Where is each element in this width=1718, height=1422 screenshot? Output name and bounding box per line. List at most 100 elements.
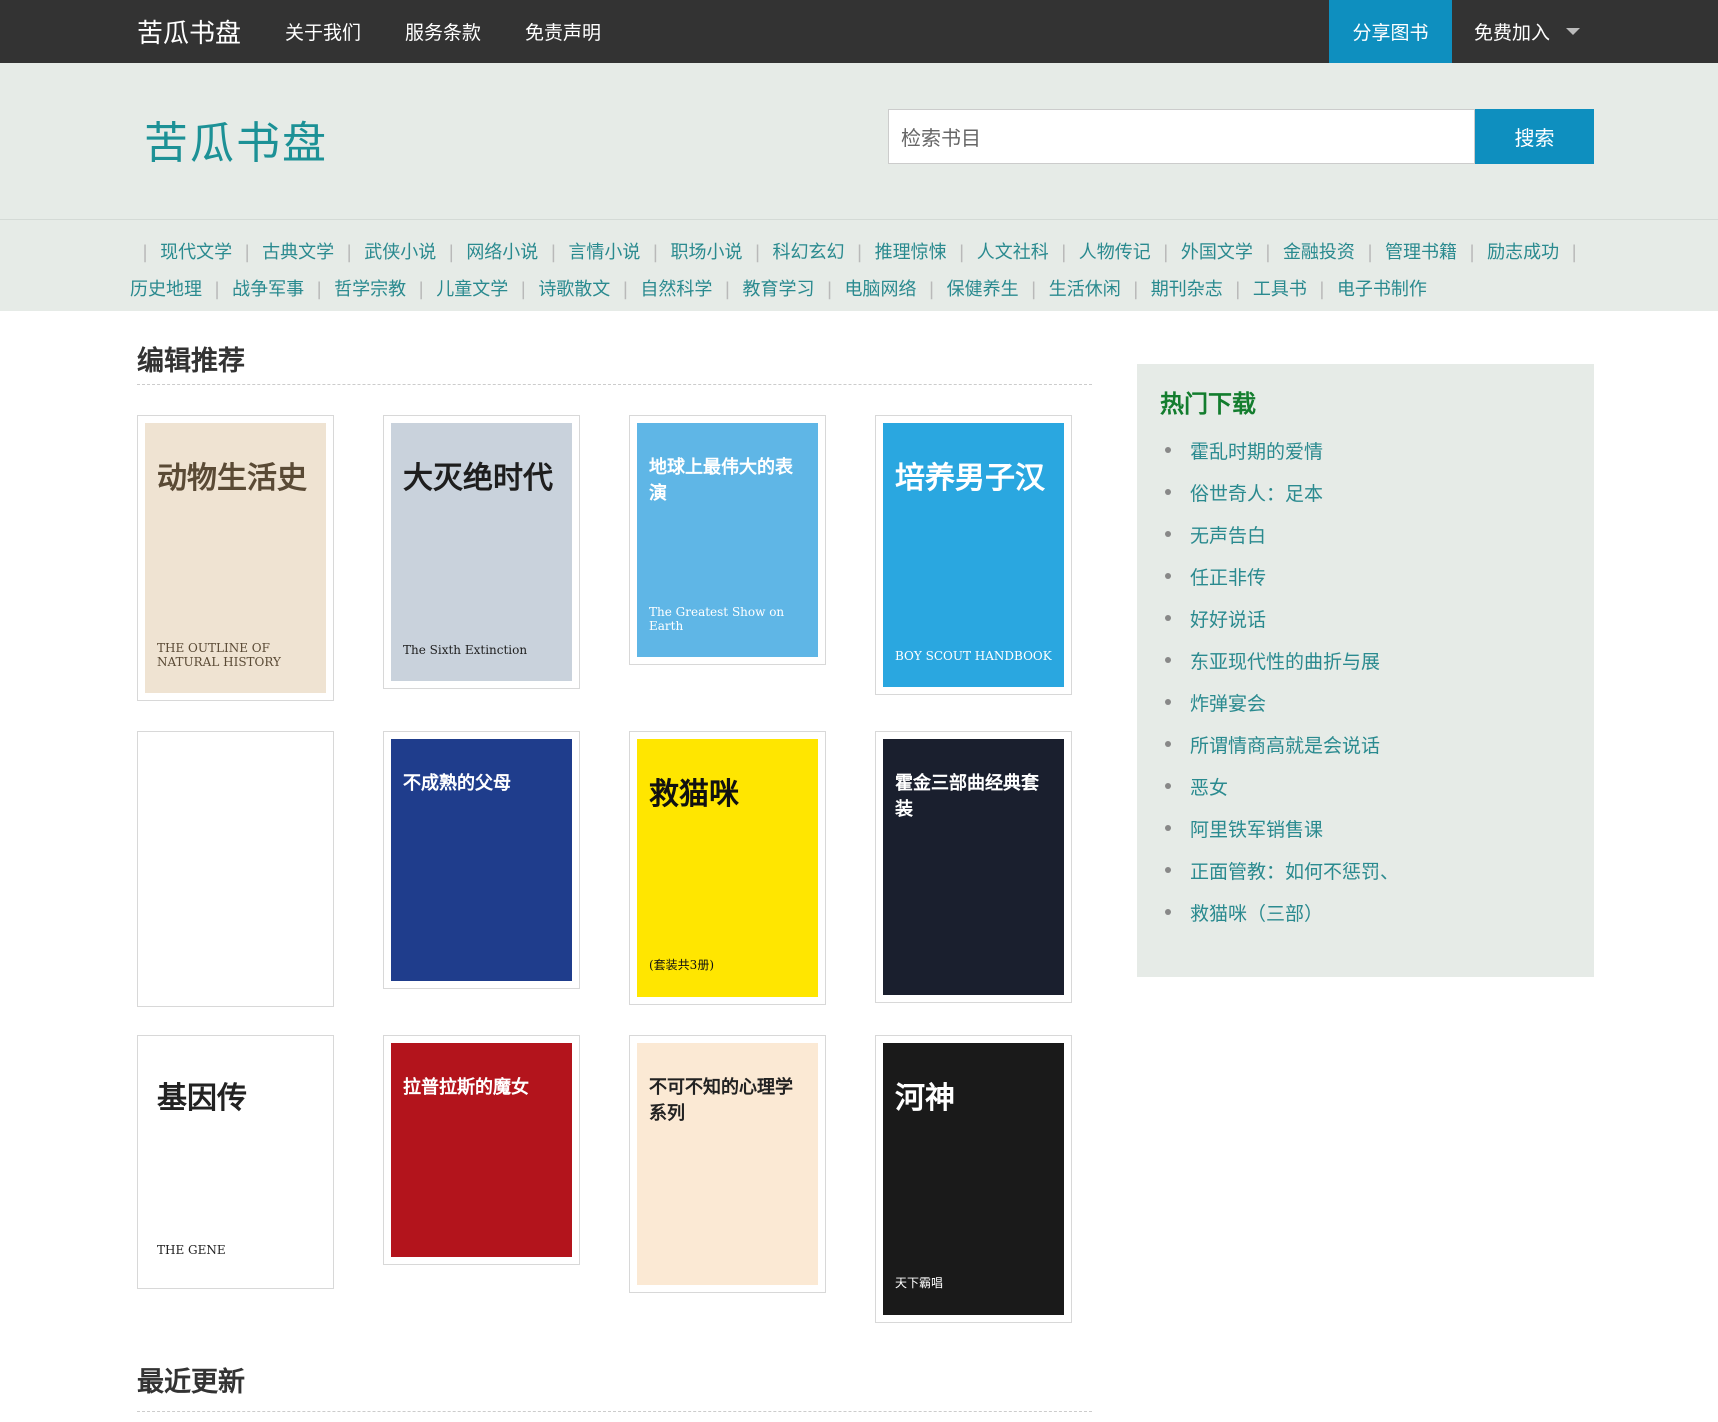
- site-logo[interactable]: 苦瓜书盘: [144, 107, 328, 171]
- editor-recommend-section: 编辑推荐 动物生活史 THE OUTLINE OF NATURAL HISTORY…: [137, 311, 1092, 1323]
- category-link[interactable]: 言情小说: [568, 242, 640, 263]
- book-cover: 大灭绝时代 The Sixth Extinction: [391, 423, 572, 681]
- category-link[interactable]: 战争军事: [232, 279, 304, 300]
- hot-item-title: 霍乱时期的爱情: [1190, 440, 1324, 463]
- bullet-icon: [1165, 741, 1171, 747]
- category-link[interactable]: 金融投资: [1283, 242, 1355, 263]
- book-card[interactable]: 大灭绝时代 The Sixth Extinction: [383, 415, 580, 689]
- join-label: 免费加入: [1473, 22, 1550, 44]
- book-cover-subtitle: 天下霸唱: [895, 1276, 944, 1290]
- book-cover: 培养男子汉 BOY SCOUT HANDBOOK: [883, 423, 1064, 687]
- book-card[interactable]: 基因传 THE GENE: [137, 1035, 334, 1289]
- category-divider: |: [346, 242, 353, 263]
- book-cover-subtitle: THE GENE: [157, 1243, 226, 1257]
- category-link[interactable]: 期刊杂志: [1151, 279, 1223, 300]
- book-card[interactable]: 救猫咪 (套装共3册): [629, 731, 826, 1005]
- hot-item-title: 俗世奇人：足本: [1190, 482, 1324, 505]
- join-dropdown[interactable]: 免费加入: [1452, 0, 1594, 63]
- category-divider: |: [856, 242, 863, 263]
- category-link[interactable]: 教育学习: [742, 279, 814, 300]
- category-link[interactable]: 现代文学: [160, 242, 232, 263]
- book-card[interactable]: 不成熟的父母: [383, 731, 580, 989]
- category-link[interactable]: 网络小说: [466, 242, 538, 263]
- category-link[interactable]: 电脑网络: [845, 279, 917, 300]
- site-header: 苦瓜书盘 检索书目 搜索: [0, 63, 1718, 219]
- hot-list-item[interactable]: 任正非传: [1160, 555, 1571, 597]
- category-divider: |: [622, 279, 629, 300]
- category-link[interactable]: 武侠小说: [364, 242, 436, 263]
- category-link[interactable]: 历史地理: [130, 279, 202, 300]
- category-link[interactable]: 管理书籍: [1385, 242, 1457, 263]
- book-grid: 动物生活史 THE OUTLINE OF NATURAL HISTORY 大灭绝时代…: [137, 415, 1092, 1323]
- search-button[interactable]: 搜索: [1475, 109, 1594, 164]
- category-divider: |: [652, 242, 659, 263]
- category-link[interactable]: 工具书: [1253, 279, 1307, 300]
- hot-list-item[interactable]: 无声告白: [1160, 513, 1571, 555]
- category-link[interactable]: 保健养生: [947, 279, 1019, 300]
- bullet-icon: [1165, 825, 1171, 831]
- category-link[interactable]: 职场小说: [670, 242, 742, 263]
- hot-list-item[interactable]: 恶女: [1160, 765, 1571, 807]
- category-divider: |: [1264, 242, 1271, 263]
- category-divider: |: [418, 279, 425, 300]
- hot-list-item[interactable]: 阿里铁军销售课: [1160, 807, 1571, 849]
- hot-list-item[interactable]: 东亚现代性的曲折与展: [1160, 639, 1571, 681]
- hot-list-item[interactable]: 炸弹宴会: [1160, 681, 1571, 723]
- hot-list-item[interactable]: 霍乱时期的爱情: [1160, 429, 1571, 471]
- hot-list-item[interactable]: 好好说话: [1160, 597, 1571, 639]
- book-cover: 河神 天下霸唱: [883, 1043, 1064, 1315]
- book-cover-title: 拉普拉斯的魔女: [403, 1077, 529, 1098]
- book-card[interactable]: 地球上最伟大的表演 The Greatest Show on Earth: [629, 415, 826, 665]
- book-cover: 霍金三部曲经典套装: [883, 739, 1064, 995]
- book-cover-title: 动物生活史: [157, 461, 307, 496]
- book-cover-title: 大灭绝时代: [403, 461, 553, 496]
- category-link[interactable]: 哲学宗教: [334, 279, 406, 300]
- hot-item-title: 好好说话: [1190, 608, 1267, 631]
- category-link[interactable]: 诗歌散文: [538, 279, 610, 300]
- book-cover: 不成熟的父母: [391, 739, 572, 981]
- hot-list-item[interactable]: 所谓情商高就是会说话: [1160, 723, 1571, 765]
- book-cover: 拉普拉斯的魔女: [391, 1043, 572, 1257]
- hot-list-item[interactable]: 俗世奇人：足本: [1160, 471, 1571, 513]
- category-link[interactable]: 生活休闲: [1049, 279, 1121, 300]
- top-navbar: 苦瓜书盘 关于我们 服务条款 免责声明 分享图书 免费加入: [0, 0, 1718, 63]
- hot-item-title: 任正非传: [1190, 566, 1267, 589]
- category-divider: |: [1162, 242, 1169, 263]
- book-cover-title: 救猫咪: [649, 777, 739, 812]
- hot-list-item[interactable]: 救猫咪（三部）: [1160, 891, 1571, 933]
- book-card[interactable]: 动物生活史 THE OUTLINE OF NATURAL HISTORY: [137, 415, 334, 701]
- nav-link-terms[interactable]: 服务条款: [405, 18, 481, 45]
- recent-updates-section: 最近更新: [137, 1340, 1092, 1412]
- category-link[interactable]: 励志成功: [1487, 242, 1559, 263]
- category-divider: |: [958, 242, 965, 263]
- book-card[interactable]: 不可不知的心理学系列: [629, 1035, 826, 1293]
- book-cover-title: 不可不知的心理学系列: [649, 1077, 793, 1124]
- category-link[interactable]: 推理惊悚: [875, 242, 947, 263]
- book-card[interactable]: 拉普拉斯的魔女: [383, 1035, 580, 1265]
- book-cover: 不可不知的心理学系列: [637, 1043, 818, 1285]
- book-cover: 基因传 THE GENE: [145, 1043, 326, 1281]
- book-card[interactable]: [137, 731, 334, 1007]
- section-title: 最近更新: [137, 1340, 1092, 1412]
- nav-link-disclaimer[interactable]: 免责声明: [525, 18, 601, 45]
- book-card[interactable]: 培养男子汉 BOY SCOUT HANDBOOK: [875, 415, 1072, 695]
- search-input[interactable]: 检索书目: [888, 109, 1475, 164]
- book-cover: 动物生活史 THE OUTLINE OF NATURAL HISTORY: [145, 423, 326, 693]
- category-link[interactable]: 外国文学: [1181, 242, 1253, 263]
- category-link[interactable]: 人文社科: [977, 242, 1049, 263]
- category-link[interactable]: 科幻玄幻: [773, 242, 845, 263]
- brand-link[interactable]: 苦瓜书盘: [137, 13, 241, 50]
- bullet-icon: [1165, 447, 1171, 453]
- category-link[interactable]: 儿童文学: [436, 279, 508, 300]
- category-divider: |: [316, 279, 323, 300]
- category-link[interactable]: 自然科学: [640, 279, 712, 300]
- nav-link-about[interactable]: 关于我们: [285, 18, 361, 45]
- book-card[interactable]: 河神 天下霸唱: [875, 1035, 1072, 1323]
- category-link[interactable]: 古典文学: [262, 242, 334, 263]
- book-card[interactable]: 霍金三部曲经典套装: [875, 731, 1072, 1003]
- share-book-button[interactable]: 分享图书: [1328, 0, 1452, 63]
- category-divider: |: [1571, 242, 1578, 263]
- category-link[interactable]: 人物传记: [1079, 242, 1151, 263]
- hot-list-item[interactable]: 正面管教：如何不惩罚、: [1160, 849, 1571, 891]
- category-link[interactable]: 电子书制作: [1337, 279, 1427, 300]
